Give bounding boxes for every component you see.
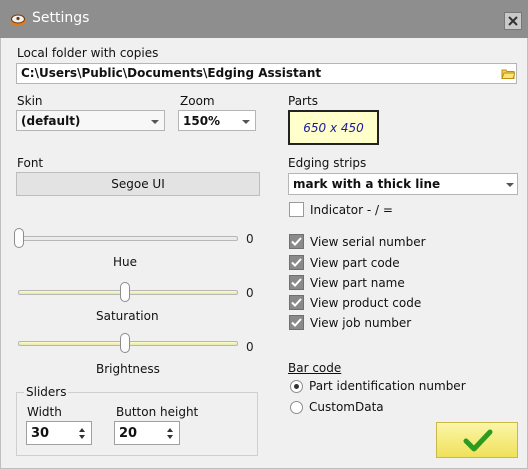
view-product-code-label: View product code [310,296,422,310]
edging-dropdown[interactable]: mark with a thick line [288,173,518,195]
view-part-code-label: View part code [310,256,400,270]
view-product-code-checkbox[interactable] [289,295,304,310]
folder-label: Local folder with copies [17,46,159,60]
hue-slider-track[interactable] [18,236,238,241]
font-button[interactable]: Segoe UI [16,172,260,196]
chevron-down-icon [506,183,514,187]
view-part-code-checkbox[interactable] [289,255,304,270]
button-height-value: 20 [119,426,138,441]
spin-up-icon[interactable] [79,428,85,432]
font-label: Font [17,156,44,170]
checkmark-icon [291,278,302,287]
folder-path-field[interactable]: C:\Users\Public\Documents\Edging Assista… [16,63,517,84]
checkmark-icon [291,298,302,307]
barcode-custom-data-label: CustomData [309,400,384,414]
checkmark-icon [291,237,302,246]
font-value: Segoe UI [111,177,165,191]
app-icon [10,13,26,26]
edging-value: mark with a thick line [293,177,441,191]
barcode-custom-data-radio[interactable] [290,401,303,414]
zoom-label: Zoom [180,94,215,108]
view-job-number-label: View job number [310,316,412,330]
saturation-value: 0 [246,286,254,300]
width-stepper[interactable]: 30 [26,421,92,445]
skin-label: Skin [17,94,43,108]
brightness-label: Brightness [96,362,160,376]
hue-value: 0 [246,232,254,246]
checkmark-icon [291,318,302,327]
hue-label: Hue [113,255,138,269]
ok-button[interactable] [436,422,518,458]
barcode-part-id-radio[interactable] [290,380,303,393]
chevron-down-icon [151,120,159,124]
close-button[interactable] [504,12,522,30]
view-part-name-label: View part name [310,276,405,290]
parts-size-button[interactable]: 650 x 450 [288,110,379,145]
window-title: Settings [32,10,90,26]
checkmark-icon [463,429,493,452]
checkmark-icon [291,258,302,267]
spin-up-icon[interactable] [167,428,173,432]
folder-path-value: C:\Users\Public\Documents\Edging Assista… [21,66,322,80]
brightness-slider-thumb[interactable] [120,333,130,353]
button-height-stepper[interactable]: 20 [114,421,180,445]
button-height-label: Button height [116,405,199,419]
spin-down-icon[interactable] [167,435,173,439]
indicator-label: Indicator - / = [310,203,393,217]
folder-icon[interactable] [501,67,516,83]
saturation-slider-thumb[interactable] [120,282,130,302]
parts-size-value: 650 x 450 [303,121,364,135]
chevron-down-icon [242,120,250,124]
skin-value: (default) [21,114,81,128]
zoom-dropdown[interactable]: 150% [178,110,256,131]
edging-label: Edging strips [288,156,367,170]
spin-down-icon[interactable] [79,435,85,439]
barcode-part-id-label: Part identification number [309,379,466,393]
skin-dropdown[interactable]: (default) [16,110,165,131]
close-icon [508,16,518,26]
width-value: 30 [31,426,50,441]
view-part-name-checkbox[interactable] [289,275,304,290]
barcode-label: Bar code [288,361,342,375]
sliders-group-label: Sliders [24,385,69,399]
view-serial-number-checkbox[interactable] [289,234,304,249]
view-serial-number-label: View serial number [310,235,426,249]
view-job-number-checkbox[interactable] [289,315,304,330]
hue-slider-thumb[interactable] [14,228,24,248]
brightness-value: 0 [246,340,254,354]
indicator-checkbox[interactable] [289,202,304,217]
width-label: Width [27,405,62,419]
parts-label: Parts [288,94,318,108]
zoom-value: 150% [183,114,221,128]
saturation-label: Saturation [96,309,159,323]
